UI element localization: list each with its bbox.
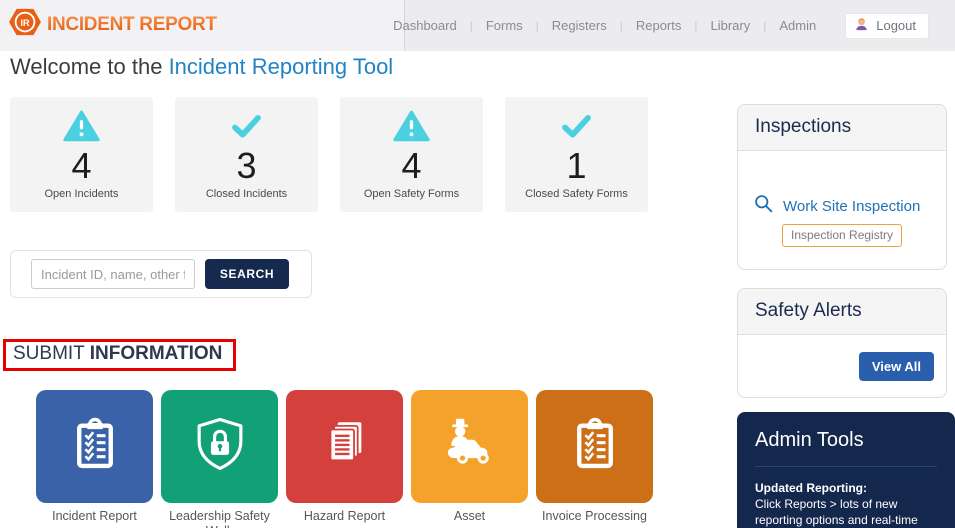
car-person-icon	[440, 414, 500, 479]
stats-row: 4 Open Incidents 3 Closed Incidents 4 Op	[10, 97, 648, 212]
admin-note-title: Updated Reporting:	[755, 481, 867, 495]
welcome-prefix: Welcome to the	[10, 54, 169, 79]
stat-label: Open Safety Forms	[363, 188, 460, 201]
submit-information-heading-annotated: SUBMIT INFORMATION	[3, 339, 237, 371]
nav-item-reports[interactable]: Reports	[623, 18, 695, 33]
incident-reporting-tool-link[interactable]: Incident Reporting Tool	[169, 54, 394, 79]
tile-leadership-safety-walk: Leadership Safety Walk	[161, 390, 278, 528]
stat-label: Closed Safety Forms	[525, 188, 628, 201]
work-site-inspection-link[interactable]: Work Site Inspection	[783, 198, 920, 215]
safety-alerts-panel: Safety Alerts View All	[737, 288, 947, 398]
tile-asset: Asset	[411, 390, 528, 528]
work-site-inspection-row[interactable]: Work Site Inspection	[753, 193, 931, 219]
stat-card-open-incidents[interactable]: 4 Open Incidents	[10, 97, 153, 212]
admin-tools-note: Updated Reporting: Click Reports > lots …	[755, 467, 941, 528]
inspections-panel-body: Work Site Inspection Inspection Registry	[738, 151, 946, 247]
check-icon	[561, 109, 592, 145]
tile-label: Hazard Report	[303, 509, 386, 523]
tile-incident-report: Incident Report	[36, 390, 153, 528]
tile-label: Leadership Safety Walk	[169, 509, 270, 528]
top-nav-area: Dashboard | Forms | Registers | Reports …	[393, 0, 955, 51]
shield-lock-icon	[191, 415, 249, 478]
submit-heading-regular: SUBMIT	[13, 343, 90, 364]
tile-label: Invoice Processing	[542, 509, 647, 523]
stat-card-closed-safety-forms[interactable]: 1 Closed Safety Forms	[505, 97, 648, 212]
hexagon-ir-logo-icon: IR	[8, 7, 42, 42]
incident-report-dashboard: IR INCIDENT REPORT Dashboard | Forms | R…	[0, 0, 955, 528]
page-title: Welcome to the Incident Reporting Tool	[10, 54, 393, 80]
stat-card-closed-incidents[interactable]: 3 Closed Incidents	[175, 97, 318, 212]
check-icon	[231, 109, 262, 145]
tile-label: Incident Report	[52, 509, 137, 523]
warning-icon	[393, 109, 430, 145]
view-all-button[interactable]: View All	[858, 352, 934, 381]
submit-tiles-row: Incident Report Leadership Safety Walk	[36, 390, 653, 528]
search-panel: SEARCH	[10, 250, 312, 298]
user-avatar-icon	[854, 17, 869, 35]
asset-tile-button[interactable]	[411, 390, 528, 503]
stat-value: 4	[71, 144, 92, 186]
admin-tools-panel-title: Admin Tools	[755, 429, 864, 451]
nav-item-admin[interactable]: Admin	[766, 18, 829, 33]
inspections-panel: Inspections Work Site Inspection Inspect…	[737, 104, 947, 270]
admin-note-body: Click Reports > lots of new reporting op…	[755, 496, 918, 527]
main-nav: Dashboard | Forms | Registers | Reports …	[380, 18, 829, 33]
top-bar: IR INCIDENT REPORT Dashboard | Forms | R…	[0, 0, 955, 51]
search-input[interactable]	[31, 259, 195, 289]
admin-tools-panel: Admin Tools Updated Reporting: Click Rep…	[737, 412, 955, 528]
stat-value: 4	[401, 144, 422, 186]
tile-hazard-report: Hazard Report	[286, 390, 403, 528]
svg-text:IR: IR	[20, 18, 30, 28]
search-button[interactable]: SEARCH	[205, 259, 289, 289]
inspections-panel-title: Inspections	[738, 105, 946, 151]
safety-alerts-panel-body: View All	[738, 335, 946, 381]
clipboard-checklist-icon	[67, 416, 123, 477]
app-logo[interactable]: IR INCIDENT REPORT	[8, 7, 217, 42]
submit-heading-bold: INFORMATION	[89, 343, 223, 364]
tile-label: Asset	[453, 509, 486, 523]
stat-label: Open Incidents	[44, 188, 119, 201]
inspection-registry-button[interactable]: Inspection Registry	[782, 224, 903, 247]
app-logo-text: INCIDENT REPORT	[47, 13, 217, 35]
hazard-report-tile-button[interactable]	[286, 390, 403, 503]
right-sidebar: Inspections Work Site Inspection Inspect…	[737, 104, 955, 528]
leadership-safety-walk-tile-button[interactable]	[161, 390, 278, 503]
nav-item-registers[interactable]: Registers	[539, 18, 620, 33]
clipboard-checklist-icon	[567, 416, 623, 477]
documents-icon	[316, 415, 374, 478]
nav-item-dashboard[interactable]: Dashboard	[380, 18, 470, 33]
logout-label: Logout	[876, 18, 916, 33]
stat-label: Closed Incidents	[205, 188, 288, 201]
nav-item-forms[interactable]: Forms	[473, 18, 536, 33]
nav-item-library[interactable]: Library	[698, 18, 764, 33]
safety-alerts-panel-title: Safety Alerts	[738, 289, 946, 335]
search-magnifier-icon	[753, 193, 774, 219]
warning-icon	[63, 109, 100, 145]
stat-value: 3	[236, 144, 257, 186]
tile-invoice-processing: Invoice Processing	[536, 390, 653, 528]
incident-report-tile-button[interactable]	[36, 390, 153, 503]
stat-card-open-safety-forms[interactable]: 4 Open Safety Forms	[340, 97, 483, 212]
invoice-processing-tile-button[interactable]	[536, 390, 653, 503]
logout-button[interactable]: Logout	[845, 12, 929, 39]
stat-value: 1	[566, 144, 587, 186]
